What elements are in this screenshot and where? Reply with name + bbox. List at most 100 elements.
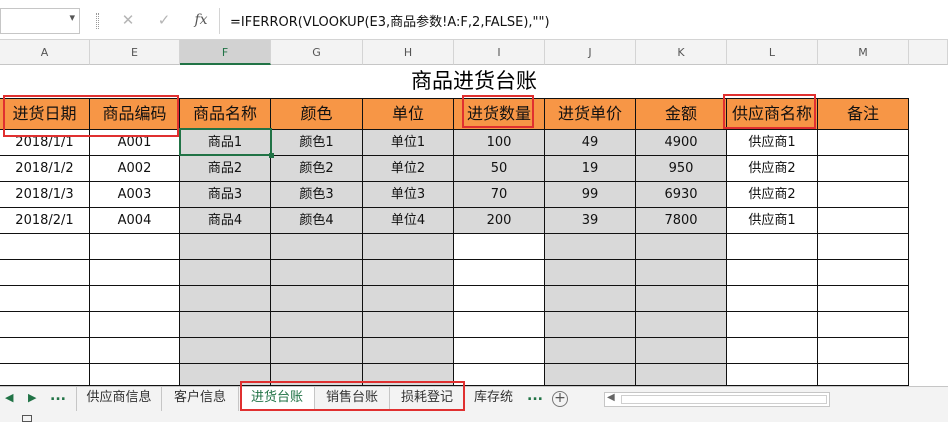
header-cell[interactable]: 进货单价 [545, 98, 636, 130]
table-cell[interactable]: 供应商1 [727, 208, 818, 234]
function-icon[interactable]: fx [189, 9, 213, 31]
table-cell[interactable]: A001 [90, 130, 180, 156]
add-sheet-icon[interactable]: + [552, 391, 568, 407]
table-cell[interactable]: 供应商2 [727, 156, 818, 182]
table-cell[interactable]: 49 [545, 130, 636, 156]
table-cell[interactable]: 单位2 [363, 156, 454, 182]
table-cell[interactable] [0, 364, 90, 386]
table-cell[interactable] [545, 286, 636, 312]
table-cell[interactable] [727, 234, 818, 260]
table-cell[interactable] [180, 338, 271, 364]
table-cell[interactable]: 单位1 [363, 130, 454, 156]
table-cell[interactable]: 70 [454, 182, 545, 208]
table-cell[interactable] [454, 338, 545, 364]
tab-inventory[interactable]: 库存统 [466, 387, 521, 411]
table-cell[interactable] [0, 260, 90, 286]
table-cell[interactable] [90, 338, 180, 364]
table-cell[interactable] [90, 260, 180, 286]
table-cell[interactable] [636, 234, 727, 260]
table-cell[interactable]: 2018/1/3 [0, 182, 90, 208]
tabs-more-right[interactable]: ... [527, 388, 543, 404]
table-cell[interactable] [545, 338, 636, 364]
column-header-empty[interactable] [909, 40, 948, 65]
table-cell[interactable] [90, 364, 180, 386]
table-cell[interactable] [180, 234, 271, 260]
header-cell[interactable]: 进货数量 [454, 98, 545, 130]
table-cell[interactable]: 99 [545, 182, 636, 208]
table-cell[interactable]: 950 [636, 156, 727, 182]
table-cell[interactable]: 商品3 [180, 182, 271, 208]
table-cell[interactable] [454, 312, 545, 338]
table-cell[interactable] [818, 364, 909, 386]
table-cell[interactable]: A002 [90, 156, 180, 182]
table-cell[interactable] [545, 260, 636, 286]
close-icon[interactable]: ✕ [116, 9, 140, 31]
chevron-down-icon[interactable]: ▾ [69, 11, 75, 24]
table-cell[interactable] [636, 286, 727, 312]
table-cell[interactable] [363, 234, 454, 260]
column-header[interactable]: G [271, 40, 363, 65]
table-cell[interactable] [90, 286, 180, 312]
table-cell[interactable] [454, 234, 545, 260]
header-cell[interactable]: 供应商名称 [727, 98, 818, 130]
formula-input[interactable]: =IFERROR(VLOOKUP(E3,商品参数!A:F,2,FALSE),""… [230, 11, 550, 30]
table-cell[interactable] [545, 364, 636, 386]
table-cell[interactable] [0, 312, 90, 338]
table-cell[interactable] [818, 182, 909, 208]
table-cell[interactable] [0, 286, 90, 312]
table-cell[interactable]: 6930 [636, 182, 727, 208]
table-cell[interactable]: 商品1 [180, 130, 271, 156]
table-cell[interactable]: 100 [454, 130, 545, 156]
scroll-right-icon[interactable]: ▶ [28, 391, 36, 404]
table-cell[interactable] [271, 286, 363, 312]
table-cell[interactable]: 4900 [636, 130, 727, 156]
column-header[interactable]: K [636, 40, 727, 65]
column-header[interactable]: H [363, 40, 454, 65]
sheet-title[interactable]: 商品进货台账 [0, 65, 948, 98]
table-cell[interactable] [363, 338, 454, 364]
table-cell[interactable]: 供应商2 [727, 182, 818, 208]
table-cell[interactable] [818, 208, 909, 234]
table-cell[interactable] [271, 260, 363, 286]
header-cell[interactable]: 商品编码 [90, 98, 180, 130]
table-cell[interactable]: 颜色4 [271, 208, 363, 234]
table-cell[interactable] [636, 312, 727, 338]
table-cell[interactable] [818, 130, 909, 156]
table-cell[interactable]: A004 [90, 208, 180, 234]
table-cell[interactable] [636, 338, 727, 364]
table-cell[interactable] [363, 364, 454, 386]
table-cell[interactable]: A003 [90, 182, 180, 208]
table-cell[interactable]: 颜色2 [271, 156, 363, 182]
table-cell[interactable]: 单位3 [363, 182, 454, 208]
header-cell[interactable]: 颜色 [271, 98, 363, 130]
table-cell[interactable] [271, 312, 363, 338]
table-cell[interactable]: 2018/2/1 [0, 208, 90, 234]
table-cell[interactable] [90, 234, 180, 260]
table-cell[interactable] [636, 260, 727, 286]
header-cell[interactable]: 商品名称 [180, 98, 271, 130]
table-cell[interactable]: 单位4 [363, 208, 454, 234]
table-cell[interactable] [727, 312, 818, 338]
table-cell[interactable]: 200 [454, 208, 545, 234]
scrollbar-thumb[interactable] [621, 395, 827, 404]
tabs-more-left[interactable]: ... [50, 388, 66, 404]
column-header[interactable]: I [454, 40, 545, 65]
table-cell[interactable]: 商品2 [180, 156, 271, 182]
table-cell[interactable] [727, 260, 818, 286]
table-cell[interactable] [636, 364, 727, 386]
header-cell[interactable]: 进货日期 [0, 98, 90, 130]
scroll-left-arrow-icon[interactable]: ◀ [607, 392, 615, 403]
table-cell[interactable] [271, 338, 363, 364]
column-header[interactable]: E [90, 40, 180, 65]
tab-loss-register[interactable]: 损耗登记 [390, 387, 465, 411]
table-cell[interactable] [454, 260, 545, 286]
table-cell[interactable]: 50 [454, 156, 545, 182]
table-cell[interactable]: 颜色1 [271, 130, 363, 156]
table-cell[interactable] [271, 364, 363, 386]
table-cell[interactable] [454, 364, 545, 386]
header-cell[interactable]: 金额 [636, 98, 727, 130]
table-cell[interactable] [90, 312, 180, 338]
name-box[interactable]: ▾ [0, 8, 80, 34]
table-cell[interactable] [454, 286, 545, 312]
table-cell[interactable] [0, 234, 90, 260]
